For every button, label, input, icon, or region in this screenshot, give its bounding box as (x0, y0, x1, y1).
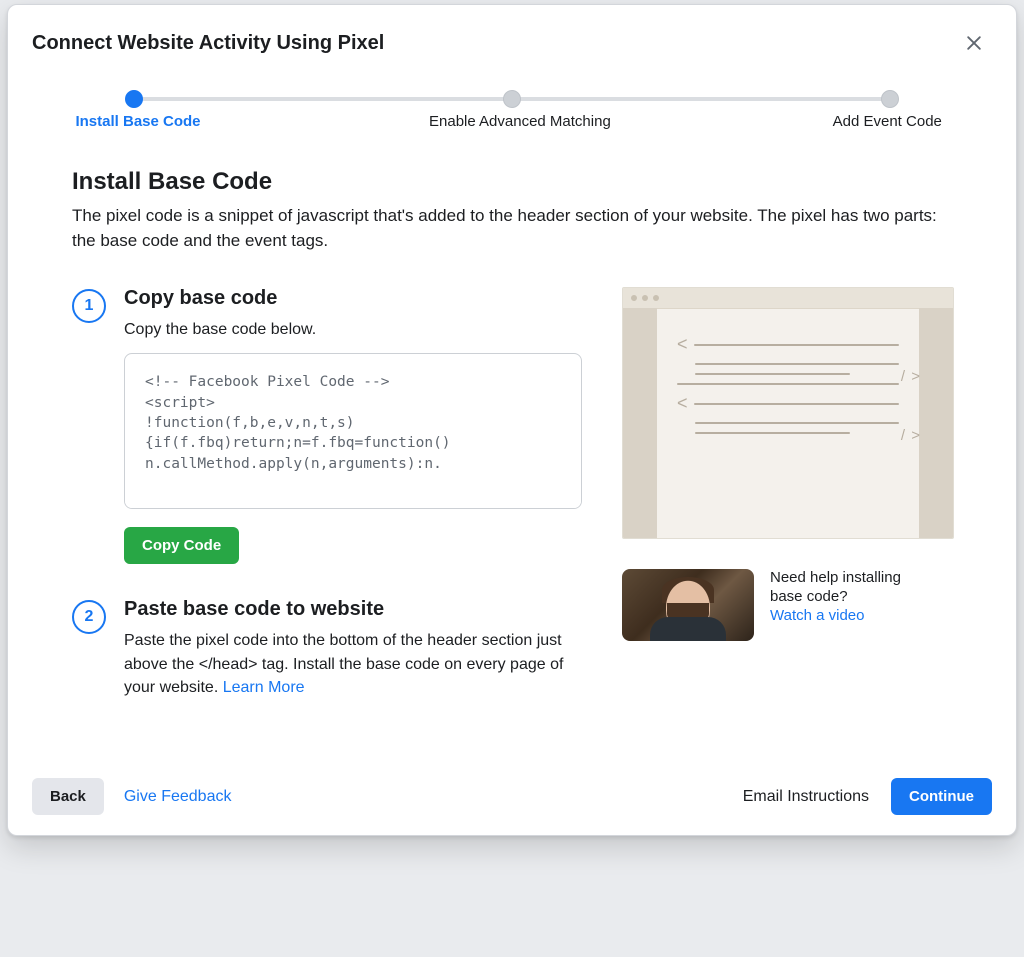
step-1-body: Copy base code Copy the base code below.… (124, 287, 582, 564)
stepper-label-2[interactable]: Enable Advanced Matching (429, 113, 611, 130)
continue-button[interactable]: Continue (891, 778, 992, 815)
step-2-title: Paste base code to website (124, 598, 582, 621)
stepper-track (134, 97, 890, 101)
illustration-browser-bar (623, 288, 953, 309)
modal-content: Install Base Code The pixel code is a sn… (8, 140, 1016, 761)
step-2-text-body: Paste the pixel code into the bottom of … (124, 632, 563, 695)
section-subtext: The pixel code is a snippet of javascrip… (72, 204, 952, 253)
step-2-number: 2 (72, 600, 106, 634)
stepper-label-1[interactable]: Install Base Code (75, 113, 200, 130)
watch-video-link[interactable]: Watch a video (770, 607, 865, 624)
step-1-number: 1 (72, 289, 106, 323)
stepper-dot-1[interactable] (125, 90, 143, 108)
progress-stepper: Install Base Code Enable Advanced Matchi… (8, 61, 1016, 140)
code-illustration: < / > < / > (622, 287, 954, 539)
learn-more-link[interactable]: Learn More (223, 679, 305, 696)
give-feedback-link[interactable]: Give Feedback (124, 788, 232, 806)
email-instructions-link[interactable]: Email Instructions (743, 788, 869, 806)
section-heading: Install Base Code (72, 168, 952, 196)
video-thumbnail[interactable] (622, 569, 754, 641)
help-line-2: base code? (770, 588, 952, 605)
stepper-dot-3[interactable] (881, 90, 899, 108)
pixel-code-box[interactable]: <!-- Facebook Pixel Code --> <script> !f… (124, 353, 582, 509)
back-button[interactable]: Back (32, 778, 104, 815)
step-1-text: Copy the base code below. (124, 318, 582, 341)
stepper-labels: Install Base Code Enable Advanced Matchi… (128, 113, 896, 130)
modal-title: Connect Website Activity Using Pixel (32, 32, 384, 55)
stepper-dot-2[interactable] (503, 90, 521, 108)
modal-header: Connect Website Activity Using Pixel (8, 5, 1016, 61)
aside-column: < / > < / > (622, 287, 952, 745)
pixel-setup-modal: Connect Website Activity Using Pixel Ins… (7, 4, 1017, 836)
help-text: Need help installing base code? Watch a … (770, 569, 952, 624)
steps-column: 1 Copy base code Copy the base code belo… (72, 287, 582, 745)
step-1: 1 Copy base code Copy the base code belo… (72, 287, 582, 564)
content-columns: 1 Copy base code Copy the base code belo… (72, 287, 952, 745)
help-line-1: Need help installing (770, 569, 952, 586)
help-section: Need help installing base code? Watch a … (622, 569, 952, 641)
stepper-label-3[interactable]: Add Event Code (833, 113, 942, 130)
footer-right: Email Instructions Continue (743, 778, 992, 815)
footer-left: Back Give Feedback (32, 778, 231, 815)
modal-footer: Back Give Feedback Email Instructions Co… (8, 761, 1016, 835)
close-button[interactable] (956, 25, 992, 61)
step-2: 2 Paste base code to website Paste the p… (72, 598, 582, 711)
step-2-body: Paste base code to website Paste the pix… (124, 598, 582, 711)
step-1-title: Copy base code (124, 287, 582, 310)
copy-code-button[interactable]: Copy Code (124, 527, 239, 564)
step-2-text: Paste the pixel code into the bottom of … (124, 629, 582, 699)
close-icon (964, 33, 984, 53)
